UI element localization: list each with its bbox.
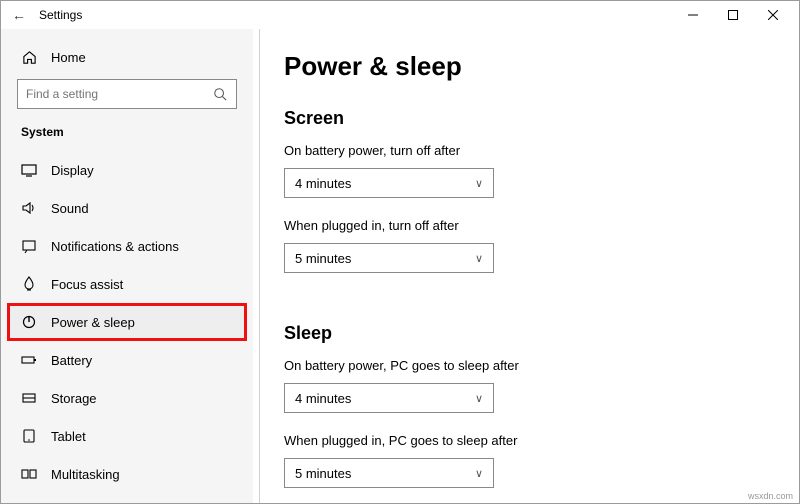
home-link[interactable]: Home [7, 39, 247, 75]
close-button[interactable] [753, 1, 793, 29]
sleep-battery-label: On battery power, PC goes to sleep after [284, 358, 769, 373]
maximize-icon [728, 10, 738, 20]
sidebar: Home System Display Sound [1, 29, 253, 503]
sleep-heading: Sleep [284, 323, 769, 344]
close-icon [768, 10, 778, 20]
dropdown-value: 5 minutes [295, 466, 351, 481]
power-icon [21, 314, 37, 330]
focus-assist-icon [21, 276, 37, 292]
settings-window: ← Settings Home [0, 0, 800, 504]
sidebar-item-label: Storage [51, 391, 97, 406]
sidebar-item-label: Display [51, 163, 94, 178]
chevron-down-icon: ∨ [475, 467, 483, 480]
dropdown-value: 4 minutes [295, 391, 351, 406]
screen-plugged-dropdown[interactable]: 5 minutes ∨ [284, 243, 494, 273]
chevron-down-icon: ∨ [475, 392, 483, 405]
home-icon [21, 49, 37, 65]
watermark: wsxdn.com [748, 491, 793, 501]
sidebar-item-display[interactable]: Display [7, 151, 247, 189]
chevron-down-icon: ∨ [475, 252, 483, 265]
page-title: Power & sleep [284, 51, 769, 82]
sidebar-item-label: Focus assist [51, 277, 123, 292]
search-icon [212, 86, 228, 102]
sidebar-item-storage[interactable]: Storage [7, 379, 247, 417]
back-button[interactable]: ← [11, 7, 27, 23]
screen-battery-dropdown[interactable]: 4 minutes ∨ [284, 168, 494, 198]
sidebar-item-notifications[interactable]: Notifications & actions [7, 227, 247, 265]
window-title: Settings [39, 8, 82, 22]
titlebar: ← Settings [1, 1, 799, 29]
sidebar-item-label: Sound [51, 201, 89, 216]
dropdown-value: 5 minutes [295, 251, 351, 266]
sidebar-item-multitasking[interactable]: Multitasking [7, 455, 247, 493]
content-area: Power & sleep Screen On battery power, t… [259, 29, 793, 503]
display-icon [21, 162, 37, 178]
minimize-button[interactable] [673, 1, 713, 29]
battery-icon [21, 352, 37, 368]
sidebar-item-battery[interactable]: Battery [7, 341, 247, 379]
notifications-icon [21, 238, 37, 254]
sleep-plugged-label: When plugged in, PC goes to sleep after [284, 433, 769, 448]
sidebar-item-tablet[interactable]: Tablet [7, 417, 247, 455]
minimize-icon [688, 10, 698, 20]
sidebar-item-label: Battery [51, 353, 92, 368]
sidebar-item-label: Multitasking [51, 467, 120, 482]
sidebar-item-focus[interactable]: Focus assist [7, 265, 247, 303]
nav-list: Display Sound Notifications & actions Fo… [7, 151, 247, 493]
dropdown-value: 4 minutes [295, 176, 351, 191]
sleep-plugged-dropdown[interactable]: 5 minutes ∨ [284, 458, 494, 488]
home-label: Home [51, 50, 86, 65]
search-box[interactable] [17, 79, 237, 109]
search-input[interactable] [26, 87, 212, 101]
sound-icon [21, 200, 37, 216]
chevron-down-icon: ∨ [475, 177, 483, 190]
sidebar-item-power-sleep[interactable]: Power & sleep [7, 303, 247, 341]
sleep-battery-dropdown[interactable]: 4 minutes ∨ [284, 383, 494, 413]
screen-battery-label: On battery power, turn off after [284, 143, 769, 158]
screen-section: Screen On battery power, turn off after … [284, 104, 769, 293]
sidebar-item-label: Notifications & actions [51, 239, 179, 254]
storage-icon [21, 390, 37, 406]
sleep-section: Sleep On battery power, PC goes to sleep… [284, 319, 769, 503]
sidebar-item-label: Power & sleep [51, 315, 135, 330]
sidebar-item-sound[interactable]: Sound [7, 189, 247, 227]
screen-heading: Screen [284, 108, 769, 129]
maximize-button[interactable] [713, 1, 753, 29]
tablet-icon [21, 428, 37, 444]
screen-plugged-label: When plugged in, turn off after [284, 218, 769, 233]
nav-group-system: System [7, 119, 247, 151]
multitasking-icon [21, 466, 37, 482]
sidebar-item-label: Tablet [51, 429, 86, 444]
